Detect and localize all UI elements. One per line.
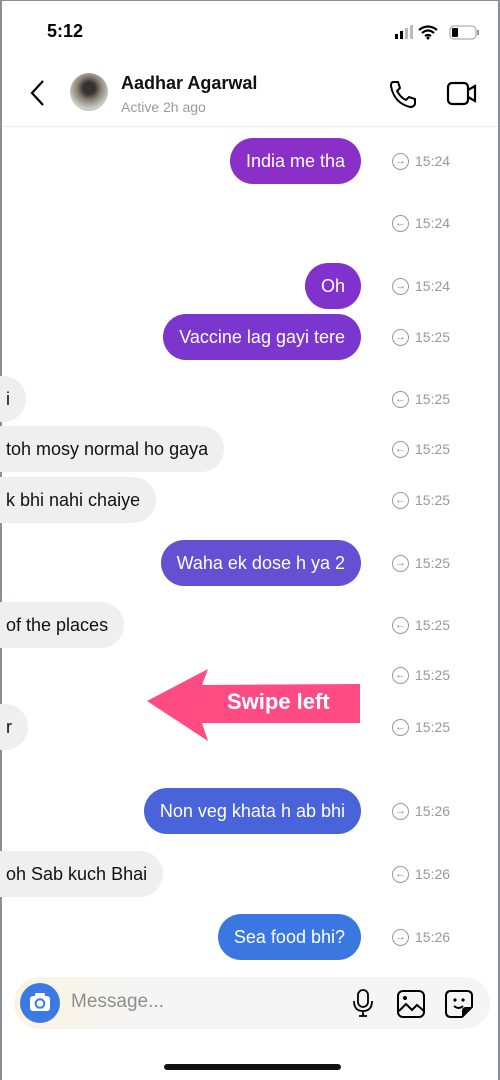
message-timestamp: ← 15:25 bbox=[392, 615, 450, 635]
incoming-arrow-icon: ← bbox=[392, 666, 409, 684]
sent-message-bubble[interactable]: Waha ek dose h ya 2 bbox=[160, 540, 361, 586]
timestamp-text: 15:25 bbox=[415, 667, 451, 683]
message-composer: Message... bbox=[14, 977, 490, 1029]
message-timestamp: ← 15:24 bbox=[392, 213, 450, 233]
status-time: 5:12 bbox=[47, 21, 84, 41]
swipe-left-label: Swipe left bbox=[227, 689, 330, 714]
sent-message-bubble[interactable]: Vaccine lag gayi tere bbox=[163, 314, 361, 360]
incoming-arrow-icon: ← bbox=[392, 865, 409, 883]
avatar[interactable] bbox=[70, 73, 108, 111]
received-message-bubble[interactable]: oh Sab kuch Bhai bbox=[0, 851, 164, 897]
outgoing-arrow-icon: → bbox=[392, 152, 409, 170]
message-timestamp: → 15:26 bbox=[392, 927, 450, 947]
incoming-arrow-icon: ← bbox=[392, 390, 409, 408]
message-timestamp: → 15:26 bbox=[392, 801, 450, 821]
message-timestamp: → 15:24 bbox=[392, 276, 450, 296]
incoming-arrow-icon: ← bbox=[392, 214, 409, 232]
timestamp-text: 15:25 bbox=[415, 617, 451, 633]
received-message-bubble[interactable]: k bhi nahi chaiye bbox=[0, 477, 157, 523]
video-call-icon[interactable] bbox=[446, 81, 478, 107]
sent-message-bubble[interactable]: Sea food bhi? bbox=[217, 914, 361, 960]
message-timestamp: ← 15:25 bbox=[392, 439, 450, 459]
timestamp-text: 15:25 bbox=[415, 555, 451, 571]
outgoing-arrow-icon: → bbox=[392, 328, 409, 346]
message-timestamp: → 15:25 bbox=[392, 327, 450, 347]
timestamp-text: 15:24 bbox=[415, 215, 451, 231]
camera-button[interactable] bbox=[20, 983, 60, 1023]
received-message-bubble[interactable]: of the places bbox=[0, 602, 125, 648]
incoming-arrow-icon: ← bbox=[392, 440, 409, 458]
outgoing-arrow-icon: → bbox=[392, 802, 409, 820]
chat-header: Aadhar Agarwal Active 2h ago bbox=[2, 61, 498, 127]
timestamp-text: 15:26 bbox=[415, 929, 451, 945]
outgoing-arrow-icon: → bbox=[392, 928, 409, 946]
timestamp-text: 15:25 bbox=[415, 441, 451, 457]
timestamp-text: 15:25 bbox=[415, 492, 451, 508]
outgoing-arrow-icon: → bbox=[392, 554, 409, 572]
message-timestamp: → 15:24 bbox=[392, 151, 450, 171]
camera-icon bbox=[30, 993, 50, 1011]
incoming-arrow-icon: ← bbox=[392, 616, 409, 634]
received-message-bubble[interactable]: toh mosy normal ho gaya bbox=[0, 426, 225, 472]
timestamp-text: 15:24 bbox=[415, 153, 451, 169]
timestamp-text: 15:25 bbox=[415, 391, 451, 407]
incoming-arrow-icon: ← bbox=[392, 718, 409, 736]
message-timestamp: ← 15:25 bbox=[392, 665, 450, 685]
received-message-bubble[interactable]: i bbox=[0, 376, 26, 422]
timestamp-text: 15:24 bbox=[415, 278, 451, 294]
sent-message-bubble[interactable]: India me tha bbox=[229, 138, 361, 184]
timestamp-text: 15:25 bbox=[415, 329, 451, 345]
received-message-bubble[interactable]: r bbox=[0, 704, 28, 750]
contact-name[interactable]: Aadhar Agarwal bbox=[121, 73, 257, 94]
message-timestamp: → 15:25 bbox=[392, 553, 450, 573]
outgoing-arrow-icon: → bbox=[392, 277, 409, 295]
sent-message-bubble[interactable]: Non veg khata h ab bhi bbox=[143, 788, 361, 834]
sent-message-bubble[interactable]: Oh bbox=[304, 263, 361, 309]
back-icon[interactable] bbox=[28, 79, 46, 107]
active-status: Active 2h ago bbox=[121, 99, 206, 115]
message-input[interactable]: Message... bbox=[71, 991, 164, 1013]
message-timestamp: ← 15:25 bbox=[392, 389, 450, 409]
home-indicator[interactable] bbox=[164, 1064, 341, 1070]
message-timestamp: ← 15:25 bbox=[392, 717, 450, 737]
gallery-icon[interactable] bbox=[396, 989, 426, 1019]
message-timestamp: ← 15:25 bbox=[392, 490, 450, 510]
message-timestamp: ← 15:26 bbox=[392, 864, 450, 884]
timestamp-text: 15:26 bbox=[415, 803, 451, 819]
microphone-icon[interactable] bbox=[352, 988, 374, 1018]
sticker-icon[interactable] bbox=[444, 989, 474, 1019]
timestamp-text: 15:26 bbox=[415, 866, 451, 882]
status-icons bbox=[395, 25, 479, 40]
phone-icon[interactable] bbox=[388, 79, 418, 109]
timestamp-text: 15:25 bbox=[415, 719, 451, 735]
incoming-arrow-icon: ← bbox=[392, 491, 409, 509]
